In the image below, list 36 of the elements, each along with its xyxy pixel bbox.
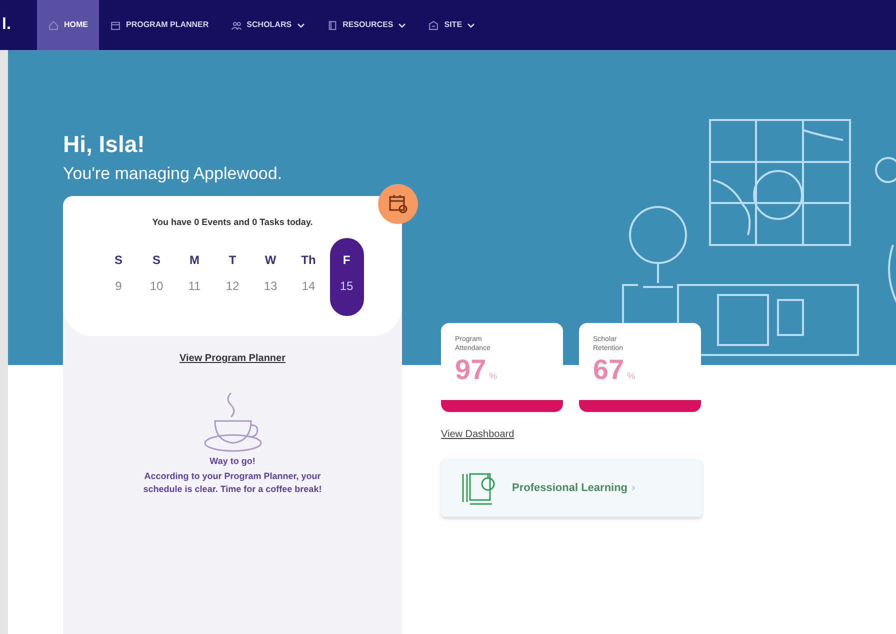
professional-learning-card[interactable]: Professional Learning › bbox=[441, 459, 702, 517]
stat-unit: % bbox=[489, 370, 498, 383]
calendar-day[interactable]: T 12 bbox=[216, 238, 250, 316]
nav-tab[interactable]: RESOURCES bbox=[316, 0, 418, 50]
home-icon bbox=[48, 20, 59, 30]
chevron-down-icon bbox=[296, 22, 305, 28]
calendar-day[interactable]: S 9 bbox=[102, 238, 136, 316]
people-icon bbox=[230, 20, 242, 30]
chevron-icon: › bbox=[632, 480, 636, 496]
stat-value: 67 bbox=[593, 355, 624, 385]
stat-value: 97 bbox=[455, 355, 486, 385]
greeting-subtitle: You're managing Applewood. bbox=[63, 163, 282, 185]
nav-tab[interactable]: SITE bbox=[417, 0, 486, 50]
empty-state-title: Way to go! bbox=[210, 454, 256, 468]
calendar-day[interactable]: Th 14 bbox=[292, 238, 326, 316]
calendar-day[interactable]: W 13 bbox=[254, 238, 288, 316]
chevron-down-icon bbox=[398, 22, 406, 28]
building-icon bbox=[428, 20, 440, 30]
greeting-title: Hi, Isla! bbox=[63, 130, 145, 158]
events-summary: You have 0 Events and 0 Tasks today. bbox=[152, 216, 313, 229]
calendar-day[interactable]: S 10 bbox=[140, 238, 174, 316]
calendar-icon bbox=[388, 194, 408, 214]
nav-tab[interactable]: PROGRAM PLANNER bbox=[99, 0, 220, 50]
nav-tab[interactable]: SCHOLARS bbox=[220, 0, 316, 50]
professional-learning-label: Professional Learning bbox=[512, 480, 628, 496]
empty-state-message: According to your Program Planner, your schedule is clear. Time for a coffee break! bbox=[142, 470, 322, 496]
stat-unit: % bbox=[627, 370, 636, 383]
calendar-day[interactable]: F 15 bbox=[330, 238, 364, 316]
nav-tab[interactable]: HOME bbox=[37, 0, 99, 50]
calendar-day[interactable]: M 11 bbox=[178, 238, 212, 316]
chevron-down-icon bbox=[467, 22, 476, 28]
calendar-icon bbox=[110, 20, 121, 30]
book-icon bbox=[326, 20, 338, 30]
view-program-planner-link[interactable]: View Program Planner bbox=[180, 350, 286, 366]
logo[interactable]: l. bbox=[0, 13, 37, 37]
view-dashboard-link[interactable]: View Dashboard bbox=[441, 427, 514, 442]
